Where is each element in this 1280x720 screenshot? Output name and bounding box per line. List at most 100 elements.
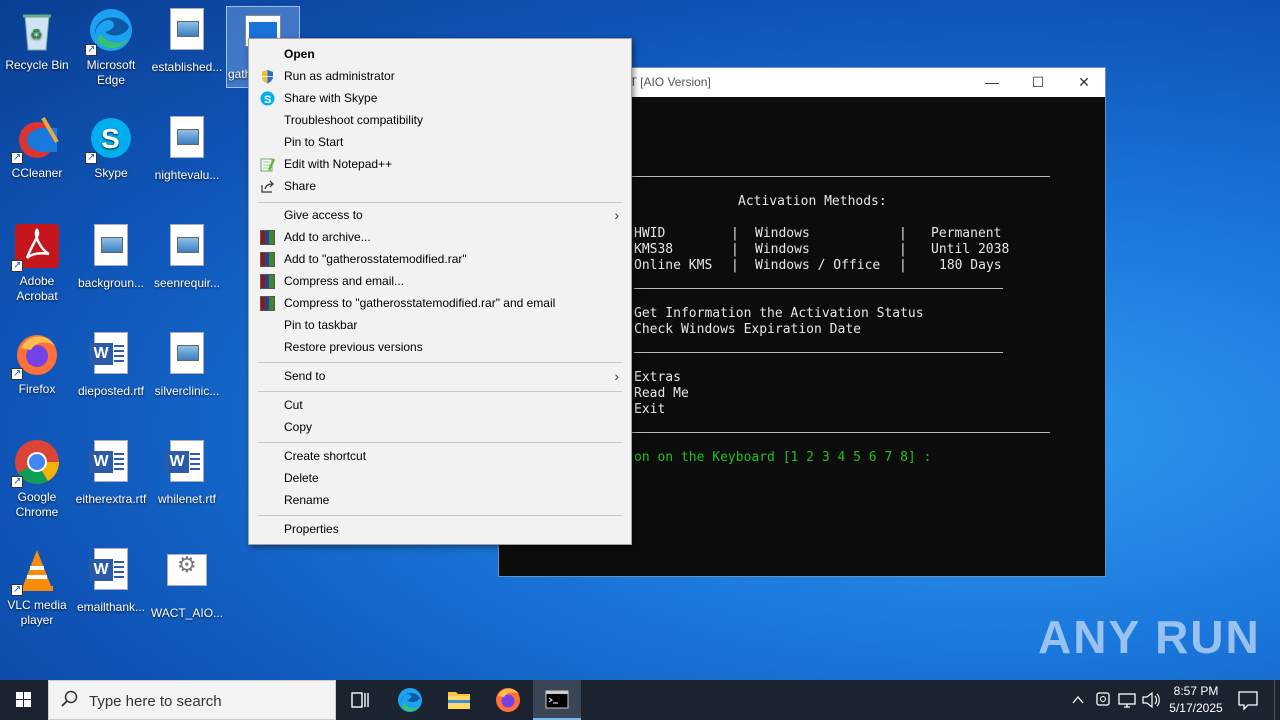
desktop-icon-ccleaner[interactable]: CCleaner xyxy=(0,114,74,181)
maximize-button[interactable]: ☐ xyxy=(1015,68,1061,97)
menu-item-give-access[interactable]: Give access to › xyxy=(251,204,629,226)
svg-text:S: S xyxy=(264,94,271,106)
menu-item-copy[interactable]: Copy xyxy=(251,416,629,438)
menu-item-run-as-admin[interactable]: Run as administrator xyxy=(251,65,629,87)
taskbar-cmd[interactable] xyxy=(533,680,581,720)
console-icon xyxy=(545,690,569,709)
menu-item-share-skype[interactable]: S Share with Skype xyxy=(251,87,629,109)
desktop-icon-emailthank[interactable]: W emailthank... xyxy=(74,546,148,615)
desktop-icon-recycle-bin[interactable]: ♻ Recycle Bin xyxy=(0,6,74,73)
desktop-icon-nightevalu[interactable]: nightevalu... xyxy=(150,114,224,183)
desktop-icon-vlc[interactable]: VLC media player xyxy=(0,546,74,628)
menu-option: Check Windows Expiration Date xyxy=(634,322,861,337)
desktop-icon-established[interactable]: established... xyxy=(150,6,224,75)
console-title: CT [AIO Version] xyxy=(621,75,711,89)
method-type: Until 2038 xyxy=(931,242,1010,257)
menu-separator xyxy=(258,515,622,516)
chevron-right-icon: › xyxy=(614,207,619,223)
desktop-icon-whilenet[interactable]: W whilenet.rtf xyxy=(150,438,224,507)
desktop-icon-firefox[interactable]: Firefox xyxy=(0,330,74,397)
method-type: 180 Days xyxy=(939,258,1002,273)
taskbar: Type here to search 8:57 PM 5/17/2025 xyxy=(0,680,1280,720)
word-doc-icon: W xyxy=(163,440,211,488)
shortcut-arrow-icon xyxy=(11,582,23,597)
winrar-icon xyxy=(260,252,275,267)
menu-item-properties[interactable]: Properties xyxy=(251,518,629,540)
tray-network[interactable] xyxy=(1116,680,1138,720)
firefox-icon xyxy=(496,688,520,712)
menu-item-troubleshoot[interactable]: Troubleshoot compatibility xyxy=(251,109,629,131)
folder-icon xyxy=(448,692,470,709)
taskbar-firefox[interactable] xyxy=(484,680,532,720)
task-view-button[interactable] xyxy=(336,680,384,720)
menu-item-pin-start[interactable]: Pin to Start xyxy=(251,131,629,153)
taskbar-edge[interactable] xyxy=(386,680,434,720)
taskbar-search-box[interactable]: Type here to search xyxy=(48,680,336,720)
desktop-icon-seenrequir[interactable]: seenrequir... xyxy=(150,222,224,291)
column-separator: | xyxy=(899,258,907,273)
menu-item-add-archive[interactable]: Add to archive... xyxy=(251,226,629,248)
menu-item-compress-email[interactable]: Compress and email... xyxy=(251,270,629,292)
tray-network-devices[interactable] xyxy=(1092,680,1114,720)
action-center-button[interactable] xyxy=(1234,680,1262,720)
acrobat-icon xyxy=(11,222,61,273)
desktop-icon-wact-aio[interactable]: ⚙ WACT_AIO... xyxy=(150,546,224,621)
show-desktop-button[interactable] xyxy=(1274,680,1280,720)
menu-item-delete[interactable]: Delete xyxy=(251,467,629,489)
menu-separator xyxy=(258,202,622,203)
menu-option: Get Information the Activation Status xyxy=(634,306,924,321)
recycle-bin-icon: ♻ xyxy=(13,6,61,54)
clock-date: 5/17/2025 xyxy=(1169,701,1223,715)
menu-item-restore-versions[interactable]: Restore previous versions xyxy=(251,336,629,358)
menu-item-open[interactable]: Open xyxy=(251,43,629,65)
network-icon xyxy=(1118,693,1136,708)
task-view-icon xyxy=(351,692,369,708)
menu-item-share[interactable]: Share xyxy=(251,175,629,197)
winrar-icon xyxy=(260,230,275,245)
menu-item-pin-taskbar[interactable]: Pin to taskbar xyxy=(251,314,629,336)
uac-shield-icon xyxy=(260,69,275,84)
method-os: Windows xyxy=(755,226,810,241)
desktop-icon-silverclinic[interactable]: silverclinic... xyxy=(150,330,224,399)
column-separator: | xyxy=(731,242,739,257)
start-button[interactable] xyxy=(0,680,48,720)
menu-item-cut[interactable]: Cut xyxy=(251,394,629,416)
chevron-right-icon: › xyxy=(614,368,619,384)
image-file-icon xyxy=(163,116,211,164)
ccleaner-icon xyxy=(11,114,61,165)
clock-time: 8:57 PM xyxy=(1173,684,1219,698)
chevron-up-icon xyxy=(1072,695,1084,704)
menu-item-send-to[interactable]: Send to › xyxy=(251,365,629,387)
menu-item-compress-to-rar-email[interactable]: Compress to "gatherosstatemodified.rar" … xyxy=(251,292,629,314)
notepadpp-icon xyxy=(260,157,276,172)
menu-item-notepadpp[interactable]: Edit with Notepad++ xyxy=(251,153,629,175)
method-os: Windows xyxy=(755,242,810,257)
tray-overflow-chevron[interactable] xyxy=(1068,680,1088,720)
method-type: Permanent xyxy=(931,226,1002,241)
menu-item-create-shortcut[interactable]: Create shortcut xyxy=(251,445,629,467)
skype-icon: S xyxy=(85,114,135,165)
taskbar-file-explorer[interactable] xyxy=(435,680,483,720)
method-name: KMS38 xyxy=(634,242,674,257)
svg-text:S: S xyxy=(101,123,120,154)
word-doc-icon: W xyxy=(87,548,135,596)
minimize-button[interactable]: — xyxy=(969,68,1015,97)
menu-item-add-to-rar[interactable]: Add to "gatherosstatemodified.rar" xyxy=(251,248,629,270)
tray-clock[interactable]: 8:57 PM 5/17/2025 xyxy=(1164,680,1228,720)
desktop-icon-skype[interactable]: S Skype xyxy=(74,114,148,181)
shortcut-arrow-icon xyxy=(11,258,23,273)
desktop-icon-adobe-acrobat[interactable]: Adobe Acrobat xyxy=(0,222,74,304)
menu-option: Extras xyxy=(634,370,681,385)
word-doc-icon: W xyxy=(87,440,135,488)
tray-volume[interactable] xyxy=(1140,680,1162,720)
desktop-icon-dieposted[interactable]: W dieposted.rtf xyxy=(74,330,148,399)
svg-text:♻: ♻ xyxy=(30,26,43,42)
menu-option: Read Me xyxy=(634,386,689,401)
menu-item-rename[interactable]: Rename xyxy=(251,489,629,511)
desktop-icon-google-chrome[interactable]: Google Chrome xyxy=(0,438,74,520)
context-menu: Open Run as administrator S Share with S… xyxy=(248,38,632,545)
close-button[interactable]: ✕ xyxy=(1061,68,1107,97)
desktop-icon-eitherextra[interactable]: W eitherextra.rtf xyxy=(74,438,148,507)
desktop-icon-background-file[interactable]: backgroun... xyxy=(74,222,148,291)
desktop-icon-microsoft-edge[interactable]: Microsoft Edge xyxy=(74,6,148,88)
